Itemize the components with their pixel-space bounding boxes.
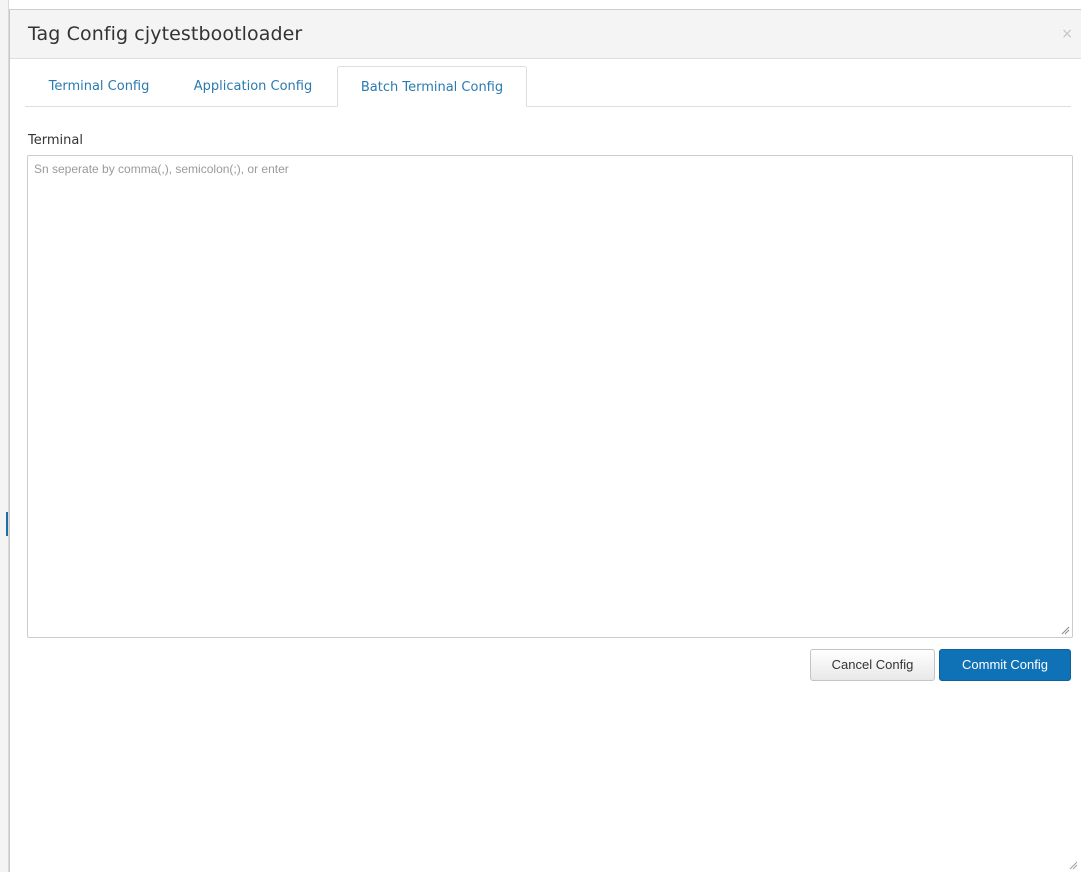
modal-resize-grip-icon[interactable] [1068, 860, 1078, 870]
background-accent-mark [6, 512, 8, 536]
tag-config-modal: Tag Config cjytestbootloader × Terminal … [9, 9, 1081, 872]
commit-config-button[interactable]: Commit Config [939, 649, 1071, 681]
modal-header: Tag Config cjytestbootloader × [10, 10, 1081, 59]
config-tabs: Terminal Config Application Config Batch… [25, 66, 1071, 107]
terminal-sn-textarea[interactable] [27, 155, 1073, 638]
background-page-edge [0, 0, 9, 872]
tab-terminal-config[interactable]: Terminal Config [29, 66, 169, 106]
modal-title: Tag Config cjytestbootloader [28, 23, 303, 45]
textarea-resize-grip-icon[interactable] [1060, 625, 1070, 635]
terminal-label: Terminal [28, 133, 83, 148]
tab-batch-terminal-config[interactable]: Batch Terminal Config [337, 66, 527, 107]
tab-application-config[interactable]: Application Config [173, 66, 333, 106]
cancel-config-button[interactable]: Cancel Config [810, 649, 935, 681]
close-icon[interactable]: × [1061, 27, 1073, 41]
